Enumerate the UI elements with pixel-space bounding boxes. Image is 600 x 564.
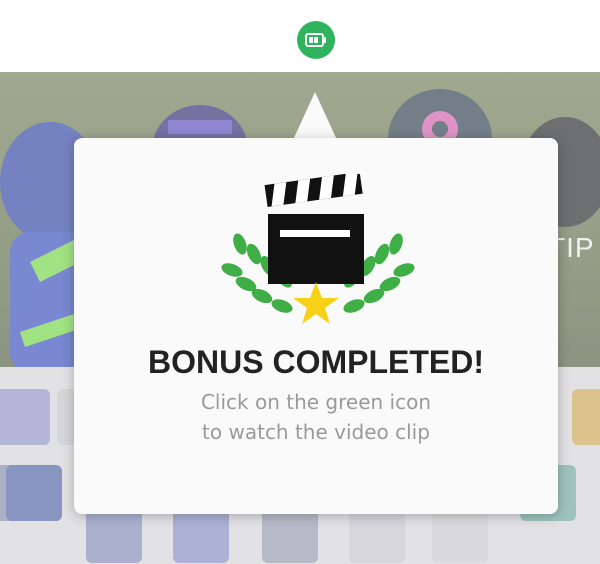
bonus-dialog: BONUS COMPLETED! Click on the green icon… — [74, 138, 558, 514]
dialog-message-line-1: Click on the green icon — [200, 390, 432, 414]
clapperboard-laurel-star-icon — [221, 174, 415, 324]
dialog-title: BONUS COMPLETED! — [148, 344, 484, 380]
green-video-button[interactable] — [297, 21, 335, 59]
top-bar — [0, 0, 600, 72]
battery-video-icon — [305, 33, 326, 47]
dialog-message-line-2: to watch the video clip — [202, 420, 430, 444]
dialog-pointer — [293, 92, 337, 140]
